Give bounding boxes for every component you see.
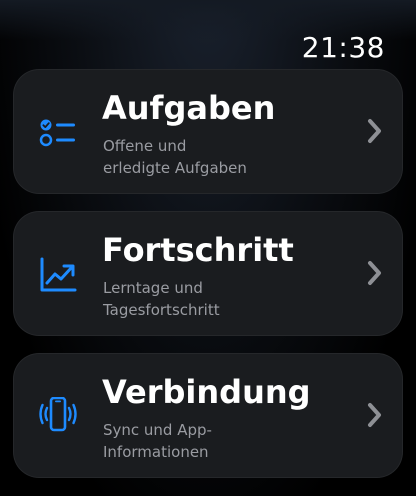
menu-item-subtitle: Offene und erledigte Aufgaben [103, 137, 247, 177]
phone-connection-icon [39, 397, 77, 432]
chevron-right-icon [368, 119, 381, 143]
watch-screen: 21:38 Aufgaben Offene und erledigte Aufg… [0, 0, 416, 496]
menu-item-verbindung[interactable]: Verbindung Sync und App- Informationen [13, 353, 403, 478]
menu-item-subtitle: Lerntage und Tagesfortschritt [103, 279, 220, 319]
status-time: 21:38 [301, 31, 385, 64]
trend-chart-icon [40, 257, 77, 292]
menu-item-subtitle: Sync und App- Informationen [103, 421, 212, 461]
menu-item-title: Fortschritt [102, 231, 294, 269]
menu-item-title: Aufgaben [102, 89, 276, 127]
chevron-right-icon [368, 403, 381, 427]
chevron-right-icon [368, 261, 381, 285]
menu-item-fortschritt[interactable]: Fortschritt Lerntage und Tagesfortschrit… [13, 211, 403, 336]
menu-item-aufgaben[interactable]: Aufgaben Offene und erledigte Aufgaben [13, 69, 403, 194]
checklist-icon [39, 119, 75, 147]
menu-item-title: Verbindung [102, 373, 311, 411]
